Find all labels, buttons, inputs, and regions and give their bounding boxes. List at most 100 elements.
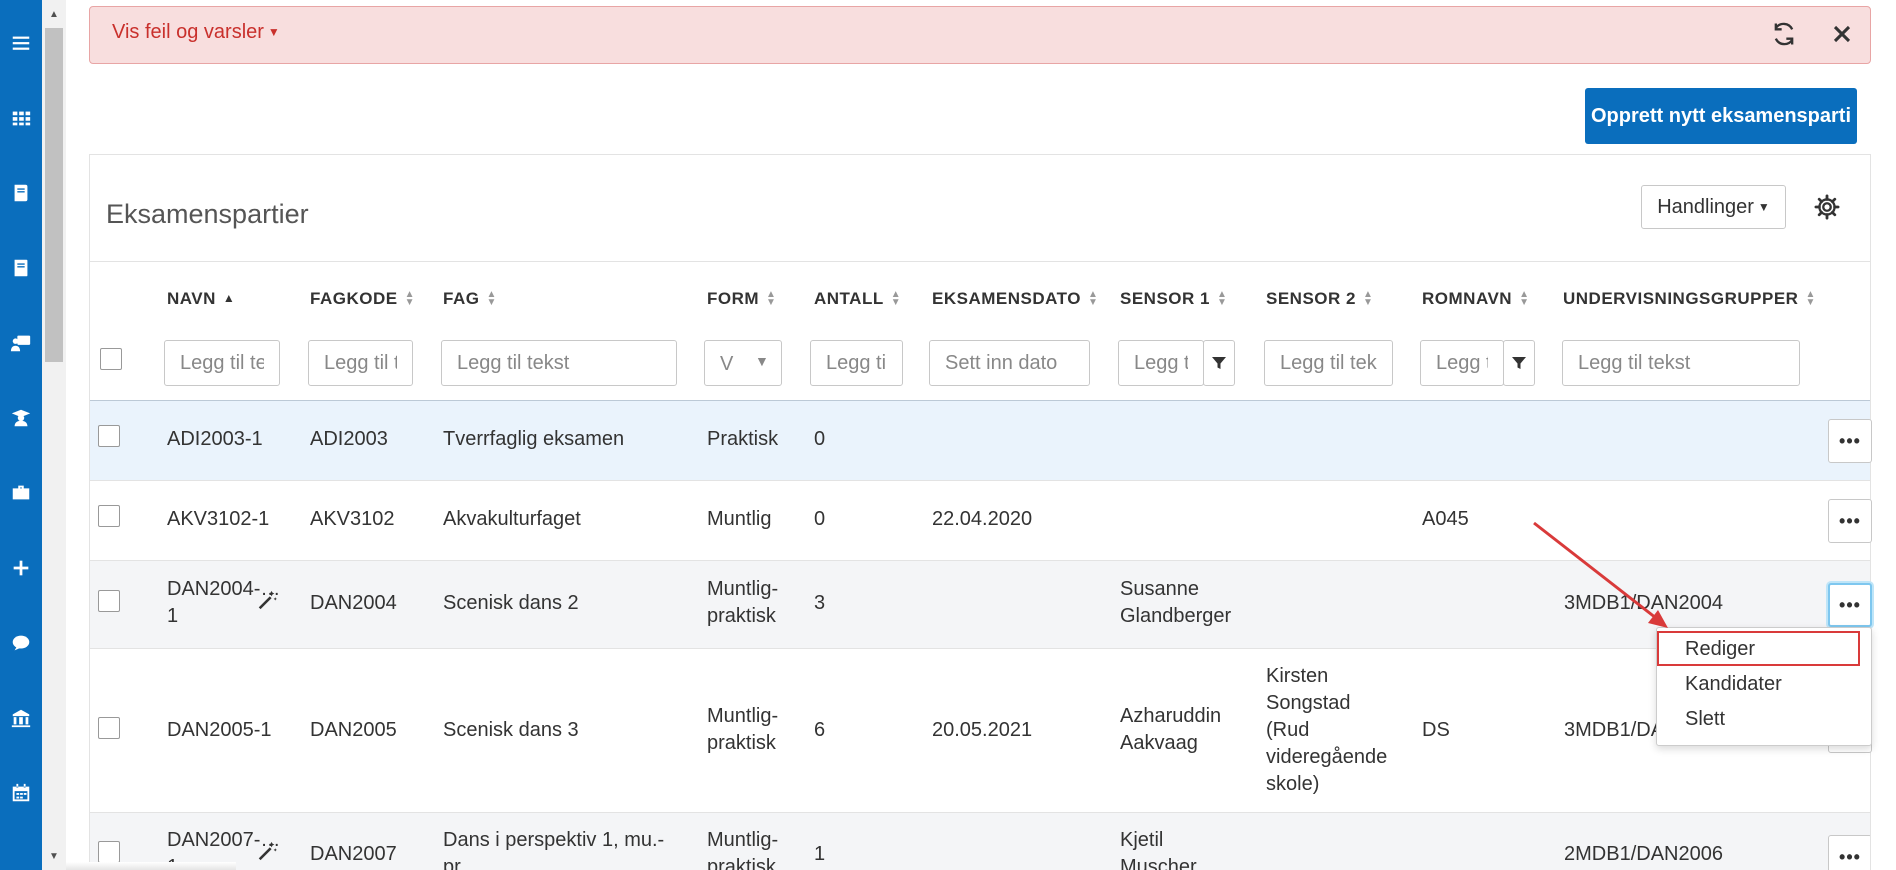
romnavn-filter-input[interactable]: [1420, 340, 1504, 386]
school-icon[interactable]: [0, 697, 42, 739]
table-row[interactable]: DAN2007-… 1 DAN2007 Dans i perspektiv 1,…: [90, 813, 1870, 870]
caret-down-icon: ▼: [267, 25, 280, 39]
cell-sensor2-line1: Kirsten: [1266, 665, 1329, 687]
romnavn-filter-button[interactable]: [1503, 340, 1535, 386]
show-errors-toggle[interactable]: Vis feil og varsler ▼: [112, 21, 280, 44]
close-icon[interactable]: [1828, 20, 1856, 48]
calendar-icon[interactable]: [0, 772, 42, 814]
column-header-sensor2[interactable]: SENSOR 2 ▲ ▼: [1266, 289, 1373, 309]
menu-item-slett[interactable]: Slett: [1685, 708, 1725, 731]
row-checkbox[interactable]: [98, 505, 120, 527]
undervisningsgrupper-filter-input[interactable]: [1562, 340, 1800, 386]
eksamensdato-filter-input[interactable]: [929, 340, 1090, 386]
menu-icon[interactable]: [0, 22, 42, 64]
sort-asc-icon: ▲: [222, 291, 236, 305]
briefcase-icon[interactable]: [0, 472, 42, 514]
create-exam-party-button[interactable]: Opprett nytt eksamensparti: [1585, 88, 1857, 144]
cell-antall: 0: [814, 508, 826, 530]
column-label: NAVN: [167, 289, 216, 308]
row-checkbox[interactable]: [98, 425, 120, 447]
show-errors-label: Vis feil og varsler: [112, 21, 264, 43]
navn-filter-input[interactable]: [164, 340, 280, 386]
cell-form-line2: praktisk: [707, 856, 776, 870]
error-alert: Vis feil og varsler ▼: [89, 6, 1871, 64]
cell-antall: 3: [814, 592, 826, 614]
plus-icon[interactable]: [0, 547, 42, 589]
cell-sensor2-line4: videregående: [1266, 746, 1388, 768]
row-checkbox[interactable]: [98, 841, 120, 863]
cell-undervisningsgrupper: 2MDB1/DAN2006: [1564, 843, 1723, 865]
cell-sensor1-line2: Aakvaag: [1120, 732, 1198, 754]
refresh-icon[interactable]: [1770, 20, 1798, 48]
table-row[interactable]: DAN2004-… 1 DAN2004 Scenisk dans 2 Muntl…: [90, 561, 1872, 648]
sensor1-filter-button[interactable]: [1203, 340, 1235, 386]
cell-fagkode: DAN2007: [310, 843, 397, 865]
menu-item-kandidater[interactable]: Kandidater: [1685, 673, 1782, 696]
cell-navn: DAN2005-1: [167, 719, 272, 741]
cell-fagkode: AKV3102: [310, 508, 395, 530]
cell-navn: ADI2003-1: [167, 428, 263, 450]
cell-fagkode: DAN2004: [310, 592, 397, 614]
actions-label: Handlinger: [1657, 195, 1754, 218]
side-navigation: [0, 0, 42, 870]
cell-antall: 6: [814, 719, 826, 741]
page-scrollbar[interactable]: ▲ ▼: [42, 0, 66, 870]
teacher-board-icon[interactable]: [0, 322, 42, 364]
apps-grid-icon[interactable]: [0, 97, 42, 139]
row-actions-button[interactable]: •••: [1828, 499, 1872, 543]
form-filter-placeholder: V: [720, 353, 734, 375]
fagkode-filter-input[interactable]: [308, 340, 413, 386]
cell-sensor1-line1: Kjetil: [1120, 829, 1164, 851]
scroll-down-icon[interactable]: ▼: [42, 846, 66, 866]
column-label: SENSOR 1: [1120, 289, 1210, 308]
sensor2-filter-input[interactable]: [1264, 340, 1393, 386]
column-header-form[interactable]: FORM ▲ ▼: [707, 289, 776, 309]
magic-wand-icon[interactable]: [256, 840, 278, 862]
actions-dropdown-button[interactable]: Handlinger ▼: [1641, 185, 1786, 229]
antall-filter-input[interactable]: [810, 340, 903, 386]
row-actions-button[interactable]: •••: [1828, 583, 1872, 627]
row-checkbox[interactable]: [98, 590, 120, 612]
cell-sensor2-line3: (Rud: [1266, 719, 1310, 741]
form-filter-select[interactable]: V ▼: [704, 340, 782, 386]
magic-wand-icon[interactable]: [256, 589, 278, 611]
fag-filter-input[interactable]: [441, 340, 677, 386]
scrollbar-thumb[interactable]: [45, 28, 63, 362]
column-label: ANTALL: [814, 289, 884, 308]
page-title: Eksamenspartier: [106, 199, 309, 229]
row-checkbox[interactable]: [98, 717, 120, 739]
select-all-checkbox[interactable]: [100, 348, 122, 370]
column-header-fag[interactable]: FAG ▲ ▼: [443, 289, 497, 309]
cell-sensor2-line5: skole): [1266, 773, 1320, 795]
cell-form-line2: praktisk: [707, 605, 776, 627]
cell-form: Muntlig: [707, 508, 772, 530]
table-row[interactable]: DAN2005-1 DAN2005 Scenisk dans 3 Muntlig…: [90, 649, 1872, 812]
column-header-eksamensdato[interactable]: EKSAMENSDATO ▲ ▼: [932, 289, 1098, 309]
cell-form-line1: Muntlig-: [707, 705, 779, 727]
cell-fag: Tverrfaglig eksamen: [443, 428, 625, 450]
chat-icon[interactable]: [0, 622, 42, 664]
column-label: SENSOR 2: [1266, 289, 1356, 308]
gear-icon[interactable]: [1813, 193, 1841, 221]
column-header-undervisningsgrupper[interactable]: UNDERVISNINGSGRUPPER ▲ ▼: [1563, 289, 1816, 309]
table-row[interactable]: AKV3102-1 AKV3102 Akvakulturfaget Muntli…: [90, 481, 1872, 560]
column-header-fagkode[interactable]: FAGKODE ▲ ▼: [310, 289, 415, 309]
cell-form: Praktisk: [707, 428, 779, 450]
column-header-antall[interactable]: ANTALL ▲ ▼: [814, 289, 901, 309]
cell-navn: AKV3102-1: [167, 508, 270, 530]
table-row[interactable]: ADI2003-1 ADI2003 Tverrfaglig eksamen Pr…: [90, 401, 1872, 480]
column-header-sensor1[interactable]: SENSOR 1 ▲ ▼: [1120, 289, 1227, 309]
book-icon[interactable]: [0, 172, 42, 214]
scroll-up-icon[interactable]: ▲: [42, 4, 66, 24]
row-actions-button[interactable]: •••: [1828, 419, 1872, 463]
notebook-icon[interactable]: [0, 247, 42, 289]
cell-romnavn: A045: [1422, 508, 1469, 530]
graduate-icon[interactable]: [0, 397, 42, 439]
column-header-romnavn[interactable]: ROMNAVN ▲ ▼: [1422, 289, 1529, 309]
row-actions-button[interactable]: •••: [1828, 835, 1870, 870]
column-header-navn[interactable]: NAVN ▲: [167, 289, 235, 309]
cell-undervisningsgrupper: 3MDB1/DAN2004: [1564, 592, 1723, 614]
cell-sensor1-line1: Azharuddin: [1120, 705, 1222, 727]
sort-icon: ▲ ▼: [766, 289, 777, 308]
sensor1-filter-input[interactable]: [1118, 340, 1204, 386]
